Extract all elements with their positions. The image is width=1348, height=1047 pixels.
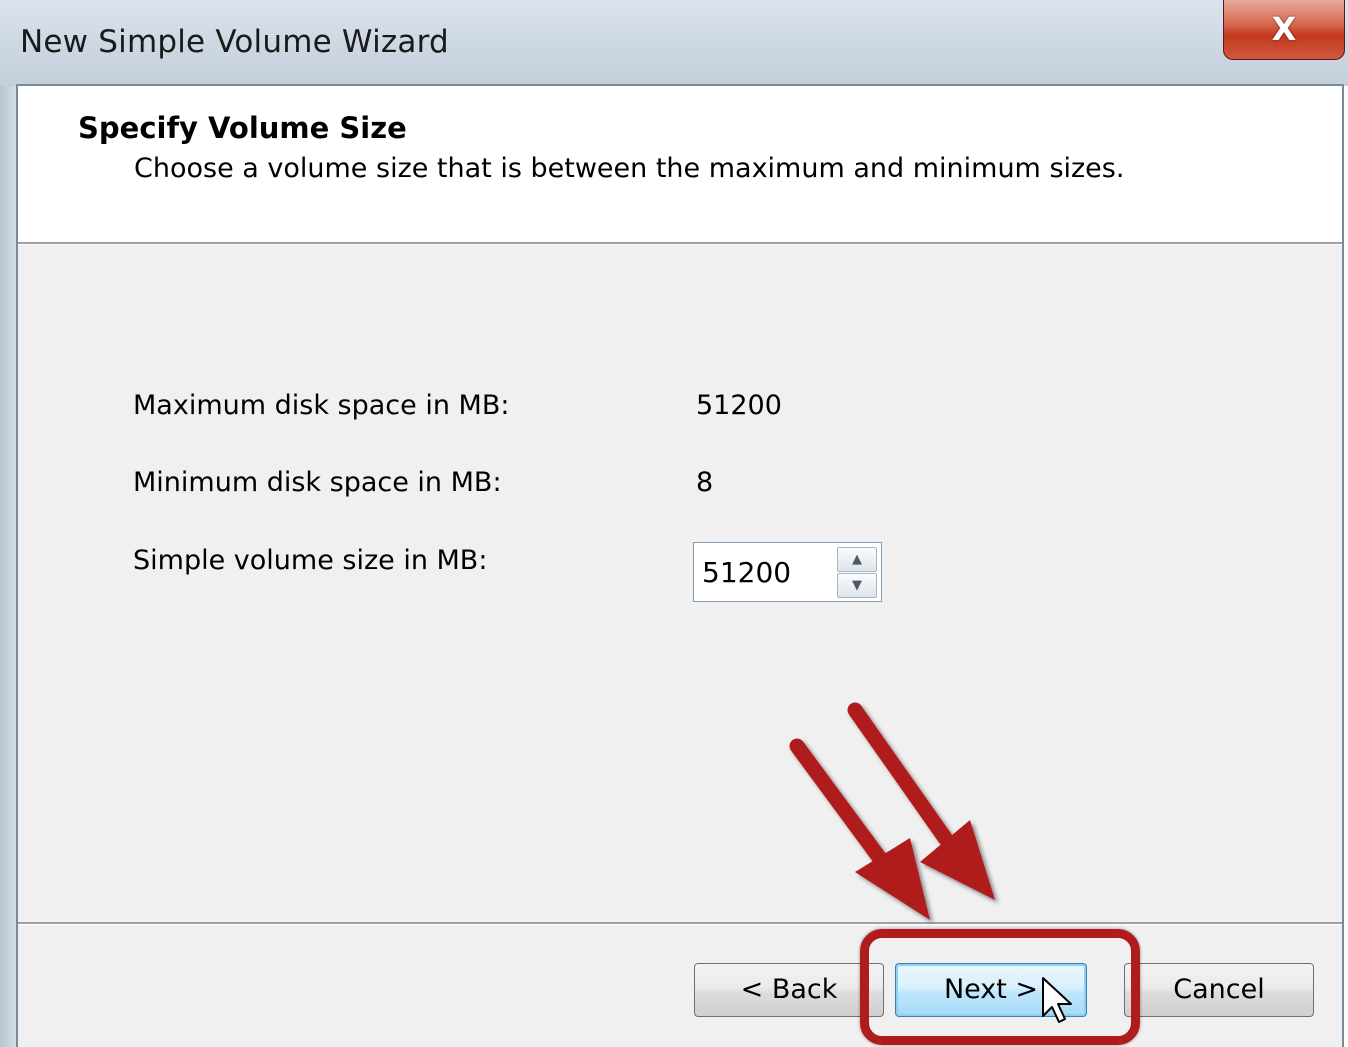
min-space-value: 8 xyxy=(696,467,714,498)
window-left-edge xyxy=(0,0,16,1047)
max-space-label: Maximum disk space in MB: xyxy=(133,390,510,421)
close-icon: X xyxy=(1271,10,1297,48)
close-button[interactable]: X xyxy=(1223,0,1345,60)
back-button[interactable]: < Back xyxy=(694,963,884,1017)
next-highlight-box xyxy=(860,929,1140,1045)
volume-size-label: Simple volume size in MB: xyxy=(133,545,488,576)
volume-size-spinbox: ▲ ▼ xyxy=(693,542,882,602)
min-space-label: Minimum disk space in MB: xyxy=(133,467,502,498)
window-title: New Simple Volume Wizard xyxy=(20,24,449,60)
max-space-value: 51200 xyxy=(696,390,782,421)
spin-up-button[interactable]: ▲ xyxy=(837,547,877,572)
cancel-button[interactable]: Cancel xyxy=(1124,963,1314,1017)
volume-size-input[interactable] xyxy=(694,543,835,601)
triangle-down-icon: ▼ xyxy=(852,578,862,593)
footer-divider xyxy=(18,922,1342,924)
header-divider xyxy=(18,242,1342,244)
title-bar[interactable]: New Simple Volume Wizard X xyxy=(0,0,1348,86)
spin-down-button[interactable]: ▼ xyxy=(837,573,877,598)
triangle-up-icon: ▲ xyxy=(852,552,862,567)
page-title: Specify Volume Size xyxy=(78,111,407,145)
page-subtitle: Choose a volume size that is between the… xyxy=(134,153,1125,184)
